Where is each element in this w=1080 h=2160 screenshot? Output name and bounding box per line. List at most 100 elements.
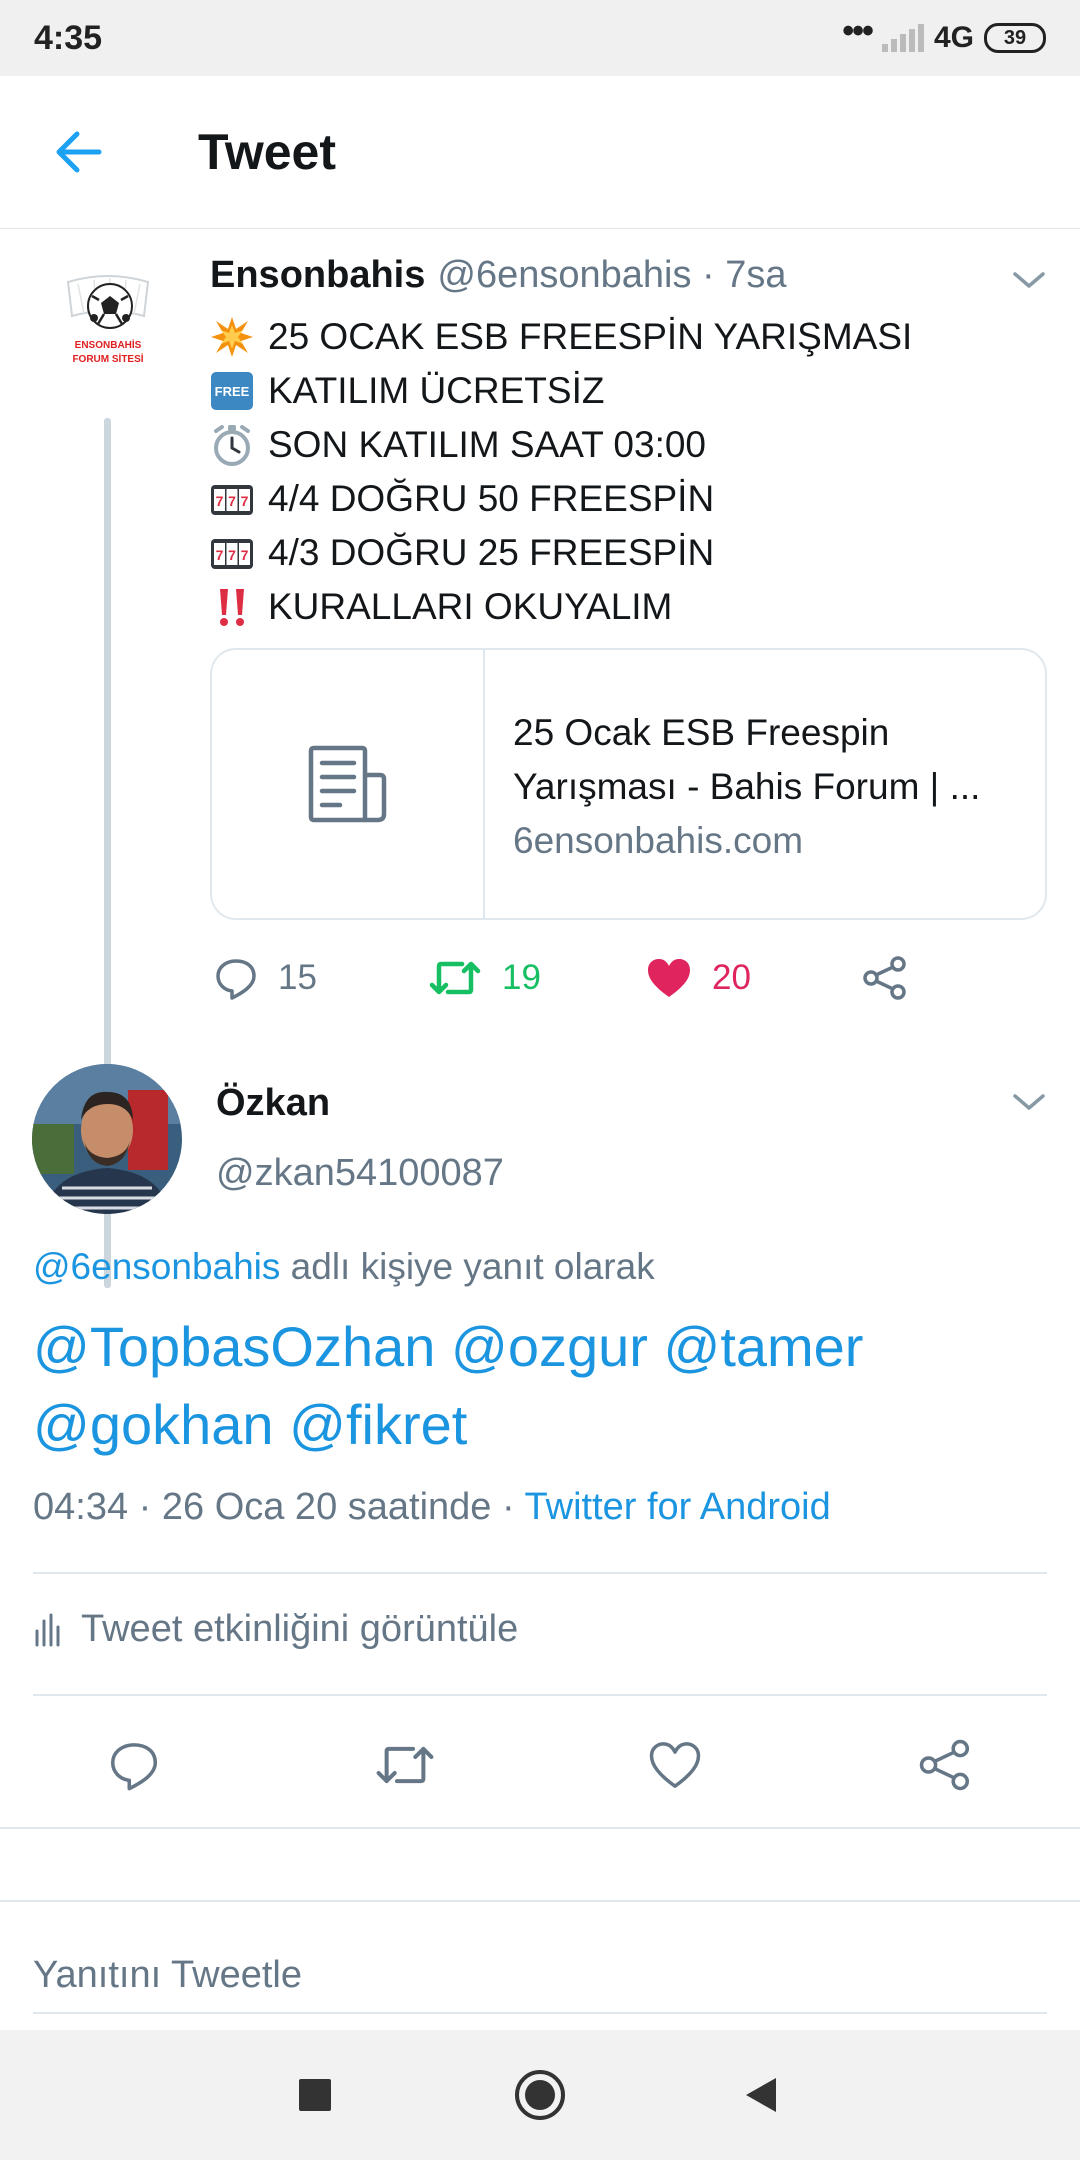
analytics-icon bbox=[35, 1613, 60, 1646]
battery-icon: 39 bbox=[984, 23, 1046, 53]
main-tweet-text: @TopbasOzhan @ozgur @tamer @gokhan @fikr… bbox=[33, 1308, 1043, 1464]
tweet-line: 25 OCAK ESB FREESPİN YARIŞMASI bbox=[210, 310, 1050, 364]
svg-text:7: 7 bbox=[216, 547, 224, 563]
tweet-line: FREE KATILIM ÜCRETSİZ bbox=[210, 364, 1050, 418]
tweet-line-text: KURALLARI OKUYALIM bbox=[268, 586, 673, 627]
avatar-logo-text-2: FORUM SİTESİ bbox=[72, 352, 143, 365]
signal-icon bbox=[881, 24, 924, 52]
collision-emoji-icon bbox=[210, 315, 254, 359]
main-avatar[interactable] bbox=[32, 1064, 182, 1214]
tweet-source-link[interactable]: Twitter for Android bbox=[525, 1486, 831, 1528]
status-bar: 4:35 ••• 4G 39 bbox=[0, 0, 1080, 76]
divider bbox=[33, 2012, 1047, 2014]
free-badge-text: FREE bbox=[215, 384, 250, 399]
retweet-icon bbox=[376, 1746, 434, 1784]
main-action-bar bbox=[0, 1730, 1080, 1800]
system-nav-bar bbox=[0, 2030, 1080, 2160]
main-retweet-button[interactable] bbox=[370, 1730, 440, 1800]
link-body: 25 Ocak ESB Freespin Yarışması - Bahis F… bbox=[485, 650, 1045, 918]
home-button[interactable] bbox=[509, 2064, 571, 2126]
network-type: 4G bbox=[933, 21, 974, 54]
share-button[interactable] bbox=[862, 948, 908, 1008]
circle-home-icon bbox=[515, 2070, 565, 2120]
author-handle-time: @6ensonbahis · 7sa bbox=[437, 254, 787, 296]
tweet-line: 777 4/3 DOĞRU 25 FREESPİN bbox=[210, 526, 1050, 580]
app-header: Tweet bbox=[0, 76, 1080, 229]
chevron-down-icon bbox=[1013, 1094, 1045, 1110]
tweet-line-text: 4/3 DOĞRU 25 FREESPİN bbox=[268, 532, 715, 573]
main-tweet-menu-button[interactable] bbox=[1012, 1092, 1046, 1117]
tweet-line: KURALLARI OKUYALIM bbox=[210, 580, 1050, 634]
tweet-line: 777 4/4 DOĞRU 50 FREESPİN bbox=[210, 472, 1050, 526]
main-tweet-text-line-1[interactable]: @TopbasOzhan @ozgur @tamer bbox=[33, 1308, 1043, 1386]
reply-count: 15 bbox=[278, 958, 317, 997]
tweet-line: SON KATILIM SAAT 03:00 bbox=[210, 418, 1050, 472]
reply-context: @6ensonbahis adlı kişiye yanıt olarak bbox=[33, 1246, 655, 1288]
notification-dots-icon: ••• bbox=[842, 12, 874, 50]
slot-machine-emoji-icon: 777 bbox=[210, 477, 254, 521]
tweet-line-text: 25 OCAK ESB FREESPİN YARIŞMASI bbox=[268, 316, 913, 357]
main-share-button[interactable] bbox=[910, 1730, 980, 1800]
tweet-activity-link[interactable]: Tweet etkinliğini görüntüle bbox=[33, 1608, 518, 1651]
share-icon bbox=[919, 1739, 970, 1791]
recents-button[interactable] bbox=[284, 2064, 346, 2126]
main-author-handle[interactable]: @zkan54100087 bbox=[216, 1152, 504, 1195]
heart-outline-icon bbox=[649, 1742, 701, 1788]
reply-to-suffix: adlı kişiye yanıt olarak bbox=[280, 1246, 655, 1287]
main-tweet-text-line-2[interactable]: @gokhan @fikret bbox=[33, 1386, 1043, 1464]
svg-text:7: 7 bbox=[228, 547, 236, 563]
article-icon bbox=[308, 745, 386, 823]
main-like-button[interactable] bbox=[640, 1730, 710, 1800]
soccer-ball-logo-icon: ENSONBAHİS FORUM SİTESİ bbox=[66, 275, 150, 365]
status-time: 4:35 bbox=[34, 18, 103, 57]
timestamp-text: 04:34 · 26 Oca 20 saatinde · bbox=[33, 1486, 525, 1528]
reply-input[interactable]: Yanıtını Tweetle bbox=[33, 1940, 1047, 2010]
tweet-timestamp: 04:34 · 26 Oca 20 saatinde · Twitter for… bbox=[33, 1486, 831, 1529]
link-title-line-1: 25 Ocak ESB Freespin bbox=[513, 712, 890, 753]
divider bbox=[33, 1572, 1047, 1574]
retweet-button[interactable]: 19 bbox=[428, 948, 541, 1008]
triangle-back-icon bbox=[746, 2078, 776, 2112]
alarm-clock-emoji-icon bbox=[210, 423, 254, 467]
svg-text:7: 7 bbox=[216, 493, 224, 509]
tweet-menu-button[interactable] bbox=[1012, 270, 1046, 295]
arrow-left-icon bbox=[56, 131, 102, 173]
reply-icon bbox=[216, 959, 256, 1000]
like-count: 20 bbox=[712, 958, 751, 997]
chevron-down-icon bbox=[1013, 272, 1045, 288]
parent-avatar[interactable]: ENSONBAHİS FORUM SİTESİ bbox=[58, 272, 158, 372]
free-button-emoji-icon: FREE bbox=[210, 369, 254, 413]
heart-filled-icon bbox=[648, 959, 690, 997]
reply-button[interactable]: 15 bbox=[214, 948, 317, 1008]
like-button[interactable]: 20 bbox=[646, 948, 751, 1008]
share-icon bbox=[863, 956, 906, 1000]
link-domain: 6ensonbahis.com bbox=[513, 820, 804, 861]
divider bbox=[33, 1694, 1047, 1696]
reply-to-mention[interactable]: @6ensonbahis bbox=[33, 1246, 280, 1287]
square-icon bbox=[299, 2079, 331, 2111]
author-name[interactable]: Ensonbahis bbox=[210, 254, 425, 297]
link-preview-card[interactable]: 25 Ocak ESB Freespin Yarışması - Bahis F… bbox=[210, 648, 1047, 920]
divider bbox=[0, 1827, 1080, 1829]
svg-text:7: 7 bbox=[228, 493, 236, 509]
tweet-line-text: 4/4 DOĞRU 50 FREESPİN bbox=[268, 478, 715, 519]
double-exclamation-emoji-icon bbox=[210, 585, 254, 629]
tweet-activity-label: Tweet etkinliğini görüntüle bbox=[81, 1608, 519, 1650]
reply-placeholder: Yanıtını Tweetle bbox=[33, 1953, 302, 1996]
back-button[interactable] bbox=[40, 114, 116, 190]
main-reply-button[interactable] bbox=[99, 1730, 169, 1800]
avatar-logo-text-1: ENSONBAHİS bbox=[75, 338, 142, 351]
tweet-line-text: KATILIM ÜCRETSİZ bbox=[268, 370, 605, 411]
parent-action-bar: 15 19 20 bbox=[210, 948, 930, 1008]
svg-text:7: 7 bbox=[241, 547, 249, 563]
link-title-line-2: Yarışması - Bahis Forum | ... bbox=[513, 766, 981, 807]
slot-machine-emoji-icon: 777 bbox=[210, 531, 254, 575]
status-indicators: ••• 4G 39 bbox=[842, 14, 1046, 55]
divider bbox=[0, 1900, 1080, 1902]
back-nav-button[interactable] bbox=[731, 2064, 793, 2126]
retweet-icon bbox=[429, 961, 481, 995]
tweet-line-text: SON KATILIM SAAT 03:00 bbox=[268, 424, 707, 465]
main-author-name[interactable]: Özkan bbox=[216, 1082, 330, 1125]
svg-text:7: 7 bbox=[241, 493, 249, 509]
page-title: Tweet bbox=[198, 124, 336, 180]
